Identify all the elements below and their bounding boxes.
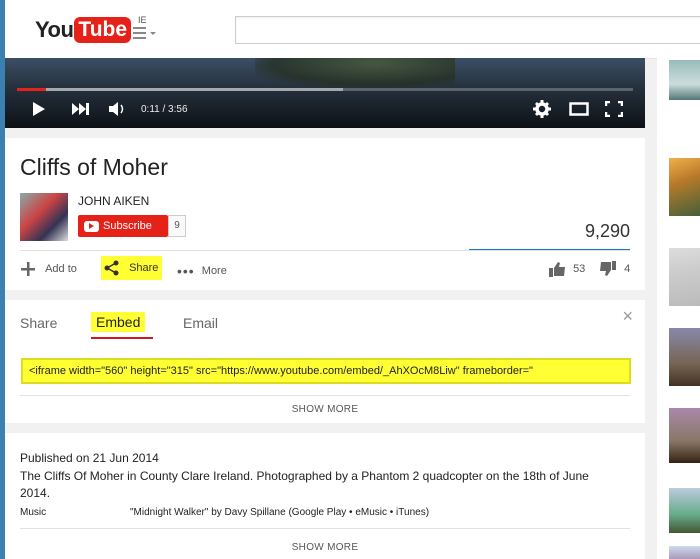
- video-info-card: Cliffs of Moher JOHN AIKEN Subscribe 9 9…: [5, 138, 645, 290]
- logo-you-text: You: [35, 17, 74, 42]
- related-videos-column: [657, 58, 700, 559]
- youtube-play-icon: [84, 220, 99, 232]
- related-thumbnail[interactable]: [669, 488, 700, 533]
- published-prefix: Published on: [20, 451, 93, 465]
- region-code: IE: [138, 15, 147, 25]
- guide-menu-button[interactable]: [133, 26, 159, 40]
- share-label: Share: [129, 262, 159, 274]
- share-panel: Share Embed Email × <iframe width="560" …: [5, 300, 645, 423]
- theater-mode-button[interactable]: [569, 102, 589, 121]
- related-thumbnail[interactable]: [669, 408, 700, 463]
- volume-icon: [109, 102, 124, 116]
- tab-embed[interactable]: Embed: [91, 312, 146, 332]
- progress-played: [17, 88, 46, 91]
- settings-button[interactable]: [533, 100, 551, 123]
- more-button[interactable]: ••• More: [177, 263, 227, 279]
- close-icon[interactable]: ×: [622, 306, 633, 327]
- next-icon: [72, 103, 89, 115]
- gear-icon: [533, 100, 551, 118]
- hamburger-icon: [133, 27, 156, 39]
- channel-name[interactable]: JOHN AIKEN: [78, 194, 149, 208]
- share-icon: [104, 260, 119, 276]
- share-button[interactable]: Share: [101, 256, 163, 280]
- play-button[interactable]: [31, 100, 47, 123]
- youtube-logo[interactable]: You Tube IE: [35, 15, 147, 43]
- volume-button[interactable]: [108, 101, 128, 122]
- thumbs-down-icon: [600, 261, 616, 276]
- published-date: 21 Jun 2014: [92, 451, 159, 465]
- divider: [20, 528, 630, 529]
- related-thumbnail[interactable]: [669, 158, 700, 216]
- tab-email[interactable]: Email: [183, 315, 218, 331]
- masthead: You Tube IE: [5, 0, 700, 59]
- divider: [20, 250, 630, 251]
- next-button[interactable]: [71, 102, 91, 121]
- show-more-description-button[interactable]: SHOW MORE: [5, 542, 645, 553]
- search-input[interactable]: [235, 16, 700, 44]
- progress-bar[interactable]: [17, 88, 633, 91]
- subscriber-count: 9: [168, 215, 186, 237]
- music-value: "Midnight Walker" by Davy Spillane (Goog…: [130, 507, 430, 518]
- like-button[interactable]: 53: [548, 261, 585, 277]
- description-text: The Cliffs Of Moher in County Clare Irel…: [20, 469, 589, 500]
- tab-share[interactable]: Share: [20, 315, 57, 331]
- logo-tube-text: Tube: [74, 17, 132, 43]
- embed-code-field[interactable]: <iframe width="560" height="315" src="ht…: [21, 358, 631, 384]
- subscribe-button[interactable]: Subscribe: [78, 215, 168, 237]
- add-to-label: Add to: [45, 263, 77, 275]
- music-label: Music: [20, 507, 47, 518]
- channel-avatar[interactable]: [20, 193, 68, 241]
- publish-date: Published on 21 Jun 2014: [20, 451, 159, 465]
- fullscreen-icon: [604, 100, 624, 118]
- like-count: 53: [573, 263, 586, 275]
- subscribe-label: Subscribe: [103, 220, 152, 232]
- related-thumbnail[interactable]: [669, 60, 700, 100]
- view-count: 9,290: [584, 221, 630, 241]
- theater-icon: [569, 102, 589, 116]
- dislike-count: 4: [624, 263, 631, 275]
- thumbs-up-icon: [549, 262, 565, 277]
- time-display: 0:11 / 3:56: [141, 104, 188, 115]
- video-title: Cliffs of Moher: [20, 154, 168, 180]
- related-thumbnail[interactable]: [669, 328, 700, 386]
- play-icon: [33, 102, 45, 116]
- description-card: Published on 21 Jun 2014 The Cliffs Of M…: [5, 433, 645, 559]
- plus-icon: [21, 262, 35, 276]
- more-label: More: [201, 265, 227, 277]
- fullscreen-button[interactable]: [604, 100, 624, 122]
- add-to-button[interactable]: Add to: [20, 261, 77, 277]
- show-more-embed-button[interactable]: SHOW MORE: [5, 404, 645, 415]
- progress-loaded: [17, 88, 344, 91]
- divider: [20, 395, 630, 396]
- dislike-button[interactable]: 4: [599, 261, 630, 277]
- related-thumbnail[interactable]: [669, 248, 700, 306]
- video-frame: [255, 58, 455, 88]
- active-tab-indicator: [91, 337, 153, 339]
- more-dots-icon: •••: [177, 263, 195, 279]
- related-thumbnail[interactable]: [669, 546, 700, 559]
- video-player[interactable]: 0:11 / 3:56: [5, 58, 645, 128]
